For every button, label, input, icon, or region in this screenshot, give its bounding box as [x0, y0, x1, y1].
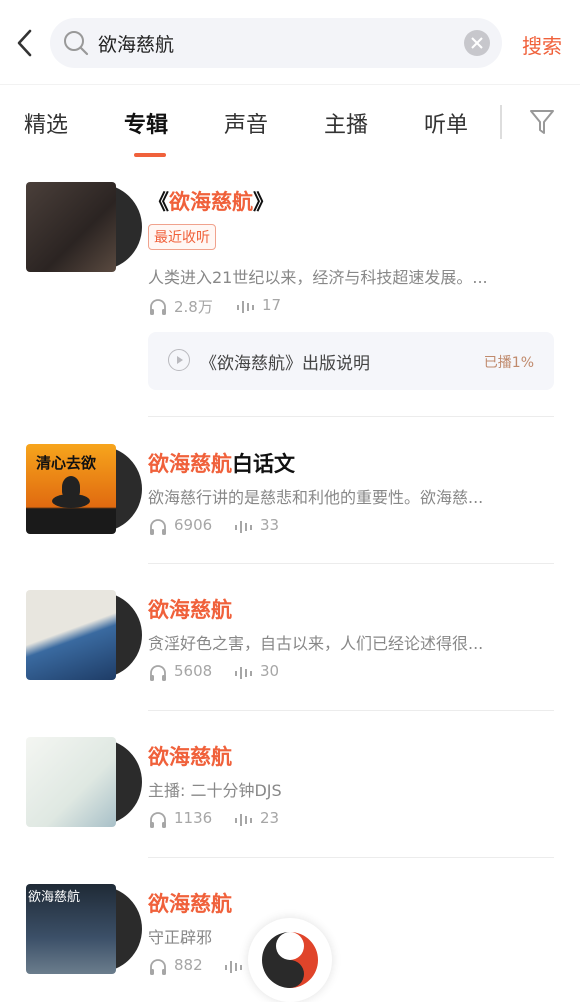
album-description: 主播: 二十分钟DJS — [148, 781, 282, 800]
album-cover — [26, 737, 142, 827]
floating-player-button[interactable] — [248, 918, 332, 1002]
cover-image: 欲海慈航 — [26, 884, 116, 974]
divider — [148, 857, 554, 858]
player-logo-icon — [256, 926, 324, 994]
headphones-icon — [150, 959, 166, 975]
tab-sounds[interactable]: 声音 — [224, 107, 268, 139]
search-icon — [62, 29, 90, 57]
headphones-icon — [150, 299, 166, 315]
tab-featured[interactable]: 精选 — [24, 107, 68, 139]
album-cover: 欲海慈航 — [26, 884, 142, 974]
title-highlight: 欲海慈航 — [148, 452, 232, 476]
album-description: 人类进入21世纪以来，经济与科技超速发展。... — [148, 268, 488, 287]
divider — [148, 710, 554, 711]
meditation-base — [52, 494, 90, 508]
divider — [148, 416, 554, 417]
headphones-icon — [150, 519, 166, 535]
album-title: 《欲海慈航》 — [148, 186, 274, 216]
title-highlight: 欲海慈航 — [148, 745, 232, 769]
title-prefix: 《 — [148, 190, 169, 214]
back-arrow-icon[interactable] — [12, 26, 40, 60]
title-suffix: 》 — [253, 190, 274, 214]
tab-albums[interactable]: 专辑 — [124, 107, 168, 139]
album-title: 欲海慈航白话文 — [148, 448, 295, 478]
album-description: 欲海慈行讲的是慈悲和利他的重要性。欲海慈... — [148, 488, 484, 507]
album-title: 欲海慈航 — [148, 594, 232, 624]
tab-divider — [500, 105, 502, 139]
played-progress: 已播1% — [483, 355, 534, 371]
soundwave-icon — [235, 814, 252, 826]
headphones-icon — [150, 812, 166, 828]
title-suffix: 白话文 — [232, 452, 295, 476]
tab-playlists[interactable]: 听单 — [424, 107, 468, 139]
album-cover: 清心去欲 — [26, 444, 142, 534]
recent-track-card[interactable]: 《欲海慈航》出版说明 已播1% — [148, 332, 554, 390]
album-cover — [26, 590, 142, 680]
tab-hosts[interactable]: 主播 — [324, 107, 368, 139]
category-tabs: 精选 专辑 声音 主播 听单 — [0, 84, 580, 164]
active-tab-indicator — [134, 153, 166, 157]
album-cover — [26, 182, 142, 272]
title-highlight: 欲海慈航 — [148, 598, 232, 622]
search-button[interactable]: 搜索 — [522, 30, 562, 59]
cover-image: 清心去欲 — [26, 444, 116, 534]
album-title: 欲海慈航 — [148, 741, 232, 771]
title-highlight: 欲海慈航 — [148, 892, 232, 916]
headphones-icon — [150, 665, 166, 681]
recent-badge: 最近收听 — [148, 224, 216, 250]
divider — [148, 563, 554, 564]
cover-image — [26, 737, 116, 827]
album-description: 贪淫好色之害，自古以来，人们已经论述得很... — [148, 634, 484, 653]
soundwave-icon — [235, 667, 252, 679]
top-bar: 欲海慈航 搜索 — [0, 0, 580, 84]
soundwave-icon — [237, 301, 254, 313]
search-input[interactable]: 欲海慈航 — [50, 18, 502, 68]
cover-image — [26, 590, 116, 680]
title-highlight: 欲海慈航 — [169, 190, 253, 214]
soundwave-icon — [225, 961, 242, 973]
cover-image — [26, 182, 116, 272]
album-description: 守正辟邪 — [148, 928, 213, 947]
filter-icon[interactable] — [528, 107, 556, 137]
play-icon[interactable] — [168, 349, 190, 371]
album-title: 欲海慈航 — [148, 888, 232, 918]
clear-icon[interactable] — [464, 30, 490, 56]
cover-text: 欲海慈航 — [28, 890, 81, 905]
soundwave-icon — [235, 521, 252, 533]
recent-track-title: 《欲海慈航》出版说明 — [200, 354, 370, 374]
search-query-text: 欲海慈航 — [98, 34, 175, 56]
cover-text: 清心去欲 — [36, 454, 97, 472]
